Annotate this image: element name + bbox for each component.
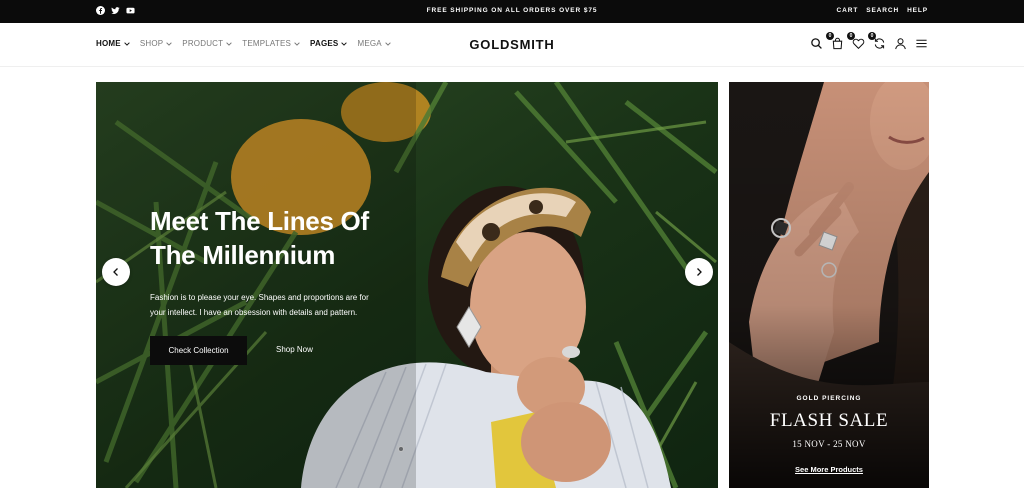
hero-title-line-2: The Millennium [150,240,336,270]
search-icon [810,37,822,49]
hero-title-line-1: Meet The Lines Of [150,206,369,236]
flash-sale-banner[interactable]: GOLD PIERCING FLASH SALE 15 NOV - 25 NOV… [729,82,929,488]
shop-now-link[interactable]: Shop Now [276,345,313,354]
hero-description: Fashion is to please your eye. Shapes an… [150,290,390,320]
check-collection-button[interactable]: Check Collection [150,336,247,365]
wishlist-count-badge: 0 [847,32,855,40]
main-header: HOME SHOP PRODUCT TEMPLATES PAGES MEGA G… [0,23,1024,67]
cart-link[interactable]: CART [837,7,859,14]
user-icon [894,37,906,49]
chevron-left-icon [113,268,118,276]
help-link[interactable]: HELP [907,7,928,14]
search-link[interactable]: SEARCH [866,7,899,14]
slider-pagination-dot[interactable] [398,446,404,452]
menu-button[interactable] [914,36,928,50]
account-button[interactable] [893,36,907,50]
flash-sale-title: FLASH SALE [769,410,889,431]
flash-sale-dates: 15 NOV - 25 NOV [792,439,866,449]
cart-count-badge: 0 [826,32,834,40]
compare-button[interactable]: 0 [868,32,886,50]
search-button[interactable] [809,36,823,50]
see-more-products-link[interactable]: See More Products [795,465,863,474]
hero-description-line-1: Fashion is to please your eye. Shapes an… [150,293,369,302]
hero-background-image [96,82,718,488]
hero-title: Meet The Lines Of The Millennium [150,204,470,272]
slider-prev-button[interactable] [102,258,130,286]
hero-description-line-2: your intellect. I have an obsession with… [150,308,358,317]
cart-button[interactable]: 0 [826,32,844,50]
wishlist-button[interactable]: 0 [847,32,865,50]
top-announcement-bar: FREE SHIPPING ON ALL ORDERS OVER $75 CAR… [0,0,1024,23]
menu-icon [915,39,927,47]
chevron-right-icon [697,268,702,276]
compare-count-badge: 0 [868,32,876,40]
flash-sale-kicker: GOLD PIERCING [796,395,862,402]
hero-slider: Meet The Lines Of The Millennium Fashion… [96,82,718,488]
utility-links: CART SEARCH HELP [837,7,928,14]
slider-next-button[interactable] [685,258,713,286]
header-actions: 0 0 0 [809,32,928,50]
